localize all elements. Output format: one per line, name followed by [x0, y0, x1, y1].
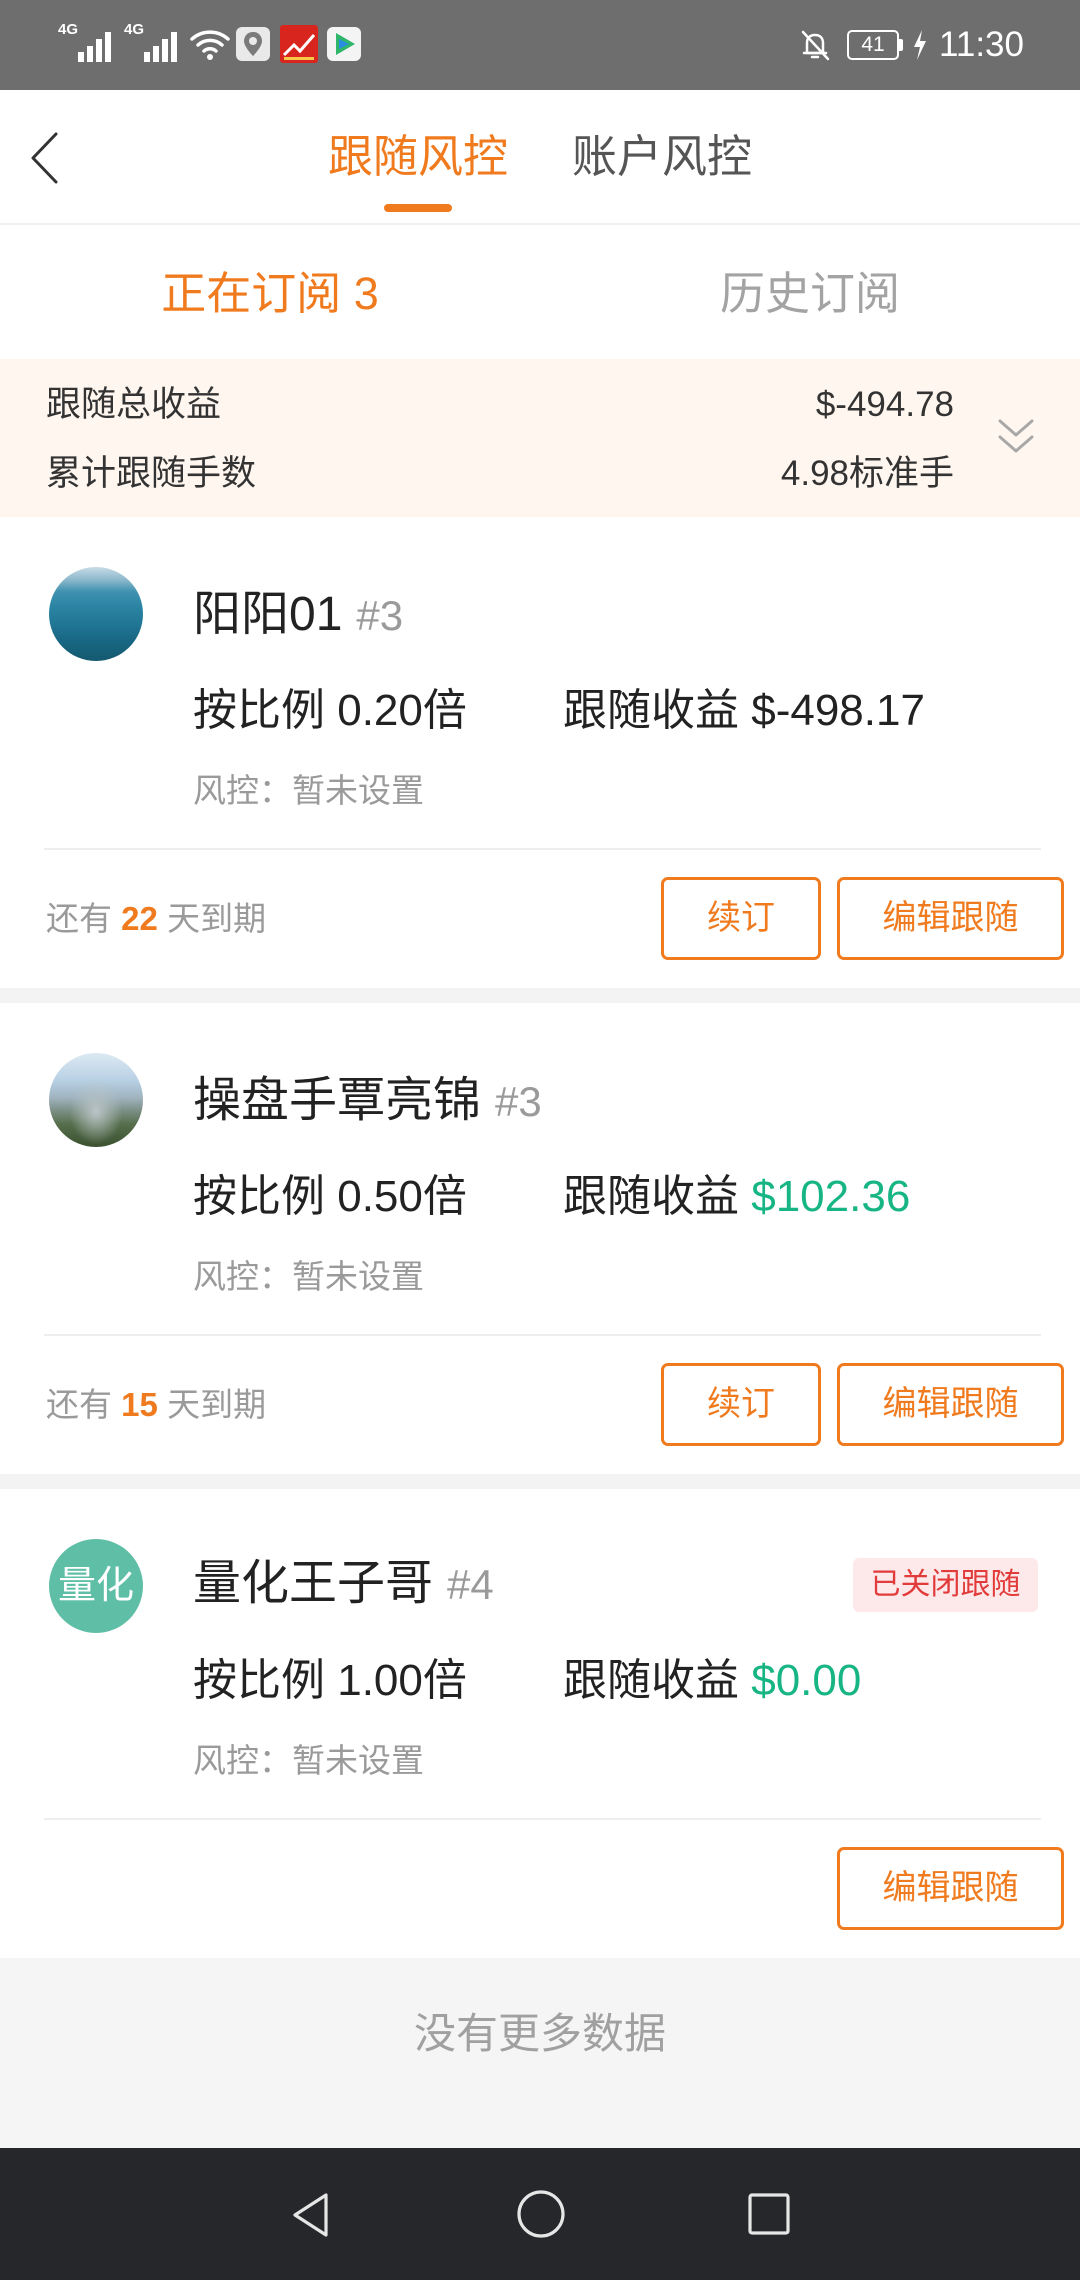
trader-name: 量化王子哥: [193, 1557, 434, 1610]
news-app-icon: [280, 25, 318, 63]
card-separator: [0, 988, 1080, 1003]
battery-nub: [899, 39, 903, 51]
tab-current-subscriptions[interactable]: 正在订阅 3: [0, 264, 540, 324]
signal-bars-icon: [144, 32, 177, 62]
status-badge: 已关闭跟随: [853, 1558, 1038, 1612]
follow-profit: 跟随收益 $102.36: [563, 1172, 910, 1222]
double-chevron-down-icon[interactable]: [996, 415, 1036, 459]
nav-back-icon[interactable]: [290, 2191, 332, 2239]
ratio-label: 按比例: [193, 1656, 325, 1705]
risk-control-status: 风控：暂未设置: [193, 1257, 424, 1297]
expiry-text: 还有 22 天到期: [46, 899, 266, 939]
total-lots-value: 4.98标准手: [780, 454, 954, 493]
follow-ratio: 按比例 1.00倍: [193, 1656, 467, 1706]
profit-label: 跟随收益: [563, 1656, 739, 1705]
risk-label: 风控：: [193, 1742, 292, 1779]
divider: [44, 1334, 1041, 1336]
trader-tag: #3: [356, 592, 404, 639]
trader-tag: #3: [495, 1078, 542, 1125]
edit-follow-button[interactable]: 编辑跟随: [837, 877, 1064, 960]
subscription-card[interactable]: 操盘手覃亮锦 #3 按比例 0.50倍 跟随收益 $102.36 风控：暂未设置 …: [0, 1003, 1080, 1474]
ratio-value: 0.20倍: [337, 686, 467, 735]
tab-account-risk-control[interactable]: 账户风控: [562, 127, 762, 187]
battery-icon: 41: [847, 30, 899, 60]
days-left: 22: [121, 900, 158, 937]
follow-ratio: 按比例 0.50倍: [193, 1172, 467, 1222]
expiry-prefix: 还有: [46, 900, 112, 937]
ratio-label: 按比例: [193, 686, 325, 735]
follow-profit: 跟随收益 $-498.17: [563, 686, 925, 736]
subscription-tabs: 正在订阅 3 历史订阅: [0, 225, 1080, 359]
renew-button[interactable]: 续订: [661, 1363, 821, 1446]
follow-summary-panel[interactable]: 跟随总收益 $-494.78 累计跟随手数 4.98标准手: [0, 359, 1080, 517]
profit-value: $102.36: [751, 1172, 911, 1221]
risk-value: 暂未设置: [292, 1742, 424, 1779]
status-bar: 4G 4G 41 11:30: [0, 0, 1080, 90]
subscription-card[interactable]: 阳阳01 #3 按比例 0.20倍 跟随收益 $-498.17 风控：暂未设置 还…: [0, 517, 1080, 988]
risk-value: 暂未设置: [292, 1258, 424, 1295]
avatar: [49, 567, 143, 661]
follow-ratio: 按比例 0.20倍: [193, 686, 467, 736]
wifi-icon: [190, 30, 230, 60]
days-left: 15: [121, 1386, 158, 1423]
nav-recents-icon[interactable]: [747, 2192, 791, 2236]
total-lots-label: 累计跟随手数: [46, 454, 257, 493]
nav-home-icon[interactable]: [516, 2189, 566, 2239]
profit-label: 跟随收益: [563, 686, 739, 735]
signal-icon: 4G: [58, 22, 116, 66]
clock-time: 11:30: [939, 25, 1024, 64]
renew-button[interactable]: 续订: [661, 877, 821, 960]
expiry-prefix: 还有: [46, 1386, 112, 1423]
bell-off-icon: [801, 30, 830, 61]
ratio-value: 1.00倍: [337, 1656, 467, 1705]
avatar: 量化: [49, 1539, 143, 1633]
risk-label: 风控：: [193, 772, 292, 809]
trader-name-row: 操盘手覃亮锦 #3: [193, 1073, 542, 1140]
risk-label: 风控：: [193, 1258, 292, 1295]
total-profit-value: $-494.78: [815, 385, 954, 424]
ratio-label: 按比例: [193, 1172, 325, 1221]
map-app-icon: [236, 27, 270, 61]
signal-bars-icon: [78, 32, 111, 62]
active-tab-indicator: [384, 204, 452, 212]
profit-value: $0.00: [751, 1656, 862, 1705]
tab-follow-risk-control[interactable]: 跟随风控: [318, 127, 518, 187]
no-more-data-text: 没有更多数据: [413, 2010, 666, 2057]
edit-follow-button[interactable]: 编辑跟随: [837, 1363, 1064, 1446]
trader-name-row: 阳阳01 #3: [193, 587, 403, 654]
list-footer: 没有更多数据: [0, 1958, 1080, 2148]
profit-label: 跟随收益: [563, 1172, 739, 1221]
ratio-value: 0.50倍: [337, 1172, 467, 1221]
trader-name: 阳阳01: [193, 588, 343, 641]
system-navigation-bar: [0, 2148, 1080, 2280]
subscription-card[interactable]: 量化 量化王子哥 #4 已关闭跟随 按比例 1.00倍 跟随收益 $0.00 风控…: [0, 1489, 1080, 1958]
divider: [44, 848, 1041, 850]
card-separator: [0, 1474, 1080, 1489]
risk-control-status: 风控：暂未设置: [193, 771, 424, 811]
header-bar: 跟随风控 账户风控: [0, 90, 1080, 225]
chevron-left-icon[interactable]: [28, 131, 62, 185]
network-type-label: 4G: [124, 21, 145, 38]
trader-name: 操盘手覃亮锦: [193, 1074, 482, 1127]
expiry-suffix: 天到期: [167, 900, 267, 937]
charging-icon: [914, 30, 926, 60]
risk-value: 暂未设置: [292, 772, 424, 809]
signal-icon: 4G: [124, 22, 182, 66]
edit-follow-button[interactable]: 编辑跟随: [837, 1847, 1064, 1930]
trader-name-row: 量化王子哥 #4: [193, 1556, 494, 1623]
trader-tag: #4: [447, 1561, 494, 1608]
risk-control-status: 风控：暂未设置: [193, 1741, 424, 1781]
follow-profit: 跟随收益 $0.00: [563, 1656, 861, 1706]
expiry-text: 还有 15 天到期: [46, 1385, 266, 1425]
divider: [44, 1818, 1041, 1820]
avatar: [49, 1053, 143, 1147]
video-app-icon: [327, 27, 361, 61]
total-profit-label: 跟随总收益: [46, 385, 222, 424]
network-type-label: 4G: [58, 21, 79, 38]
profit-value: $-498.17: [751, 686, 925, 735]
expiry-suffix: 天到期: [167, 1386, 267, 1423]
tab-history-subscriptions[interactable]: 历史订阅: [540, 264, 1080, 324]
